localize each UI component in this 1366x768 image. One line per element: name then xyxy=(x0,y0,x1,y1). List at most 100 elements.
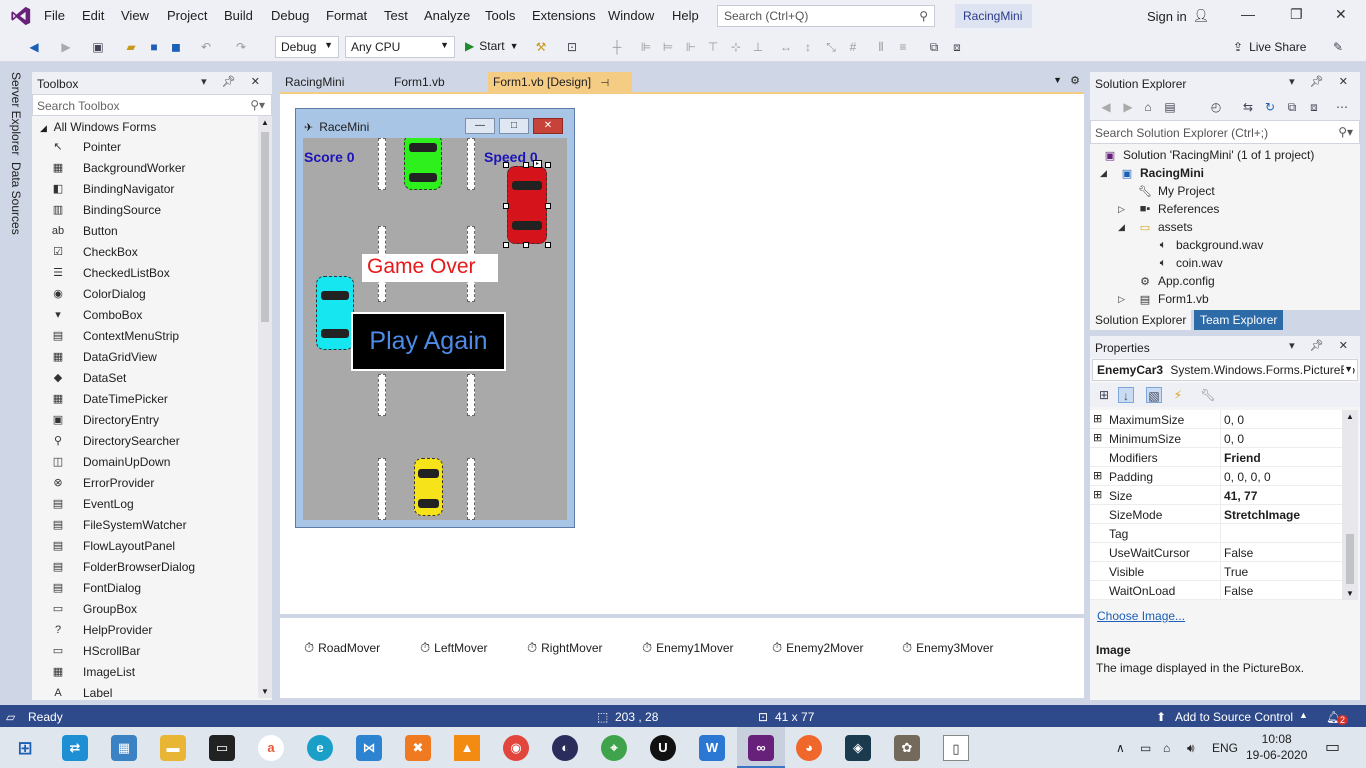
width-icon[interactable]: ↔ xyxy=(778,39,794,55)
system-clock[interactable]: 10:08 19-06-2020 xyxy=(1246,731,1307,763)
road-lane-marking[interactable] xyxy=(378,458,386,520)
toolbox-group[interactable]: ◢ All Windows Forms xyxy=(40,120,156,134)
tab-data-sources[interactable]: Data Sources xyxy=(9,162,23,235)
menu-project[interactable]: Project xyxy=(167,8,207,23)
file-explorer-icon[interactable]: ▬ xyxy=(160,735,186,761)
scroll-up-icon[interactable]: ▲ xyxy=(261,118,269,127)
resize-handle[interactable] xyxy=(545,162,551,168)
toolbox-item[interactable]: ▤ FontDialog xyxy=(50,577,141,598)
property-value[interactable]: False xyxy=(1224,584,1253,598)
property-row[interactable]: WaitOnLoad False xyxy=(1090,581,1342,600)
align-top-icon[interactable]: ⊤ xyxy=(705,39,721,55)
scroll-up-icon[interactable]: ▲ xyxy=(1346,412,1354,421)
property-row[interactable]: ⊞ Size 41, 77 xyxy=(1090,486,1342,505)
property-pages-icon[interactable]: 🔧︎ xyxy=(1200,387,1216,403)
toolbox-search-input[interactable]: Search Toolbox ⚲▾ xyxy=(32,94,272,116)
windows-start-icon[interactable]: ⊞ xyxy=(12,735,38,761)
source-control-button[interactable]: Add to Source Control xyxy=(1175,710,1293,724)
taskbar-app-icon[interactable]: a xyxy=(258,735,284,761)
bring-front-icon[interactable]: ⧉ xyxy=(926,39,942,55)
history-icon[interactable]: ◴ xyxy=(1208,99,1224,115)
game-over-label[interactable]: Game Over xyxy=(362,254,498,282)
toolbox-item[interactable]: ▤ FileSystemWatcher xyxy=(50,514,187,535)
property-value[interactable]: 0, 0 xyxy=(1224,413,1244,427)
configuration-dropdown[interactable]: Debug ▼ xyxy=(275,36,339,58)
save-all-icon[interactable]: ◼ xyxy=(168,39,184,55)
menu-view[interactable]: View xyxy=(121,8,149,23)
properties-view-icon[interactable]: ▧ xyxy=(1146,387,1162,403)
align-left-icon[interactable]: ⊫ xyxy=(638,39,654,55)
active-task-indicator[interactable]: ∞ xyxy=(737,727,785,768)
chrome-icon[interactable]: ◉ xyxy=(503,735,529,761)
toolbox-item[interactable]: ◆ DataSet xyxy=(50,367,127,388)
settings-gear-icon[interactable]: ⚙ xyxy=(1070,74,1080,87)
sync-icon[interactable]: ⇆ xyxy=(1240,99,1256,115)
tab-server-explorer[interactable]: Server Explorer xyxy=(9,72,23,155)
firefox-icon[interactable]: ◕ xyxy=(796,735,822,761)
tab-form1-design[interactable]: Form1.vb [Design] ⊣ ✕ xyxy=(488,72,632,103)
tree-project[interactable]: ◢ ▣ RacingMini xyxy=(1100,164,1204,182)
unreal-engine-icon[interactable]: U xyxy=(650,735,676,761)
menu-window[interactable]: Window xyxy=(608,8,654,23)
choose-image-link[interactable]: Choose Image... xyxy=(1097,609,1185,623)
align-middle-icon[interactable]: ⊹ xyxy=(728,39,744,55)
refresh-icon[interactable]: ↻ xyxy=(1262,99,1278,115)
forward-icon[interactable]: ▶ xyxy=(1120,99,1136,115)
tray-enemy3mover[interactable]: ⏱︎ Enemy3Mover xyxy=(902,640,994,656)
property-row[interactable]: Modifiers Friend xyxy=(1090,448,1342,467)
categorized-icon[interactable]: ⊞ xyxy=(1096,387,1112,403)
taskbar-app-icon[interactable]: ⇄ xyxy=(62,735,88,761)
taskbar-app-icon[interactable]: ▦ xyxy=(111,735,137,761)
toolbox-item[interactable]: ▣ DirectoryEntry xyxy=(50,409,159,430)
road-lane-marking[interactable] xyxy=(467,458,475,520)
align-center-icon[interactable]: ⊨ xyxy=(660,39,676,55)
vspacing-icon[interactable]: ≡ xyxy=(895,39,911,55)
xampp-icon[interactable]: ✖ xyxy=(405,735,431,761)
panel-controls-icon[interactable]: ▾ 📌︎ ✕ xyxy=(201,75,266,88)
open-file-icon[interactable]: ▰ xyxy=(123,39,139,55)
toolbox-item[interactable]: ☑ CheckBox xyxy=(50,241,138,262)
eclipse-icon[interactable]: ◐ xyxy=(552,735,578,761)
volume-icon[interactable]: 🔊︎ xyxy=(1187,741,1195,756)
menu-test[interactable]: Test xyxy=(384,8,408,23)
resize-handle[interactable] xyxy=(545,242,551,248)
speed-label[interactable]: Speed 0 xyxy=(484,149,538,165)
menu-extensions[interactable]: Extensions xyxy=(532,8,596,23)
search-input[interactable]: Search (Ctrl+Q) ⚲ xyxy=(717,5,935,27)
property-row[interactable]: ⊞ MinimumSize 0, 0 xyxy=(1090,429,1342,448)
tree-references[interactable]: ▷ ■▪ References xyxy=(1118,200,1219,218)
tree-assets[interactable]: ◢ ▭ assets xyxy=(1118,218,1193,236)
align-bottom-icon[interactable]: ⊥ xyxy=(750,39,766,55)
menu-edit[interactable]: Edit xyxy=(82,8,104,23)
vscode-icon[interactable]: ⋈ xyxy=(356,735,382,761)
switch-views-icon[interactable]: ▤ xyxy=(1162,99,1178,115)
events-icon[interactable]: ⚡ xyxy=(1170,387,1186,403)
property-value[interactable]: True xyxy=(1224,565,1248,579)
visual-studio-icon[interactable]: ∞ xyxy=(748,735,774,761)
new-project-icon[interactable]: ▣ xyxy=(90,39,106,55)
smart-tag-icon[interactable]: ▸ xyxy=(533,160,542,168)
toolbox-item[interactable]: ⚲ DirectorySearcher xyxy=(50,430,180,451)
toolbox-item[interactable]: ▥ BindingSource xyxy=(50,199,161,220)
live-share-button[interactable]: ⇪ Live Share xyxy=(1233,40,1306,54)
feedback-icon[interactable]: ✎ xyxy=(1330,39,1346,55)
menu-debug[interactable]: Debug xyxy=(271,8,309,23)
expand-icon[interactable]: ⊞ xyxy=(1093,431,1102,444)
tree-solution[interactable]: ▣ Solution 'RacingMini' (1 of 1 project) xyxy=(1103,146,1315,164)
designer-icon[interactable]: ⊡ xyxy=(564,39,580,55)
chevron-up-icon[interactable]: ▲ xyxy=(1299,710,1308,720)
property-row[interactable]: ⊞ Padding 0, 0, 0, 0 xyxy=(1090,467,1342,486)
tray-enemy1mover[interactable]: ⏱︎ Enemy1Mover xyxy=(642,640,734,656)
toolbox-item[interactable]: ▤ ContextMenuStrip xyxy=(50,325,179,346)
toolbox-item[interactable]: ▤ FolderBrowserDialog xyxy=(50,556,195,577)
toolbox-item[interactable]: ▦ DateTimePicker xyxy=(50,388,168,409)
taskbar-app-icon[interactable]: W xyxy=(699,735,725,761)
property-row[interactable]: ⊞ MaximumSize 0, 0 xyxy=(1090,410,1342,429)
back-icon[interactable]: ◀ xyxy=(1098,99,1114,115)
language-indicator[interactable]: ENG xyxy=(1212,741,1238,755)
undo-icon[interactable]: ↶ xyxy=(198,39,214,55)
player-car[interactable] xyxy=(414,458,443,516)
menu-help[interactable]: Help xyxy=(672,8,699,23)
menu-analyze[interactable]: Analyze xyxy=(424,8,470,23)
tray-leftmover[interactable]: ⏱︎ LeftMover xyxy=(420,640,488,656)
